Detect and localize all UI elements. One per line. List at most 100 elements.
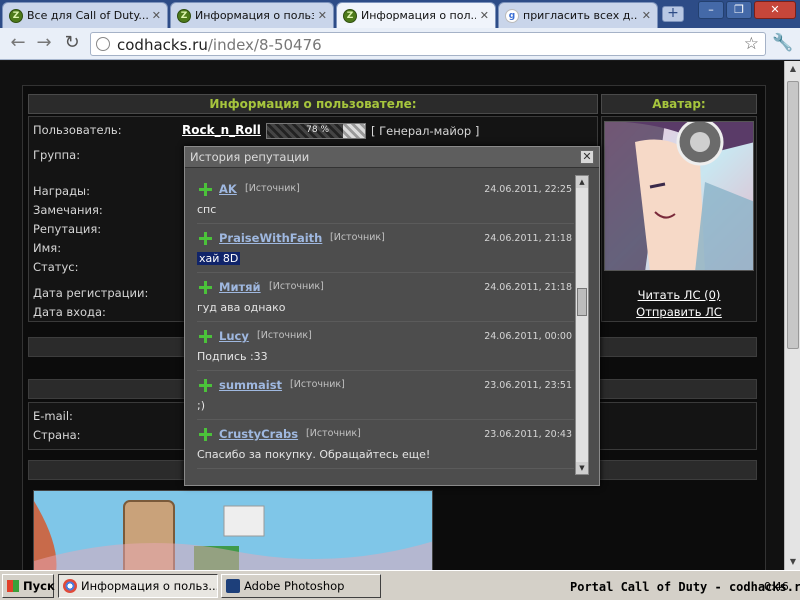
tab-close-icon[interactable]: ✕ [480, 9, 489, 22]
clock: 0:46 [764, 580, 789, 593]
reputation-author-link[interactable]: Митяй [219, 280, 261, 294]
tab-label: Информация о пол... [361, 9, 476, 22]
windows-taskbar: Пуск Информация о польз... Adobe Photosh… [0, 570, 800, 600]
reload-icon[interactable]: ↻ [62, 34, 82, 54]
dialog-title: История репутации [185, 147, 599, 168]
browser-tab-strip: Z Все для Call of Duty... ✕ Z Информация… [0, 0, 800, 28]
start-button[interactable]: Пуск [2, 574, 55, 598]
tab-label: пригласить всех д... [523, 9, 638, 22]
forward-arrow-icon[interactable]: → [34, 34, 54, 54]
reputation-comment: гуд ава однако [197, 301, 286, 314]
chrome-icon [63, 579, 77, 593]
reputation-comment: ;) [197, 399, 205, 412]
page-scrollbar[interactable]: ▲ ▼ [784, 61, 800, 570]
send-pm-link[interactable]: Отправить ЛС [606, 305, 752, 319]
reputation-list: AK [Источник] 24.06.2011, 22:25 спс PraiseWi… [197, 175, 574, 475]
reputation-entry: CrustyCrabs [Источник] 23.06.2011, 20:43 Сп… [197, 420, 574, 469]
url-text: codhacks.ru/index/8-50476 [117, 36, 322, 54]
reputation-source-link[interactable]: [Источник] [290, 379, 345, 390]
signature-banner-image [33, 490, 433, 570]
tab-close-icon[interactable]: ✕ [318, 9, 327, 22]
read-pm-link[interactable]: Читать ЛС (0) [606, 288, 752, 302]
reputation-source-link[interactable]: [Источник] [330, 232, 385, 243]
user-info-header: Информация о пользователе: [28, 94, 598, 114]
username-link[interactable]: Rock_n_Roll [182, 123, 261, 137]
scroll-up-icon[interactable]: ▲ [785, 61, 800, 77]
reputation-comment: Подпись :33 [197, 350, 268, 363]
address-bar[interactable]: codhacks.ru/index/8-50476 ☆ [90, 32, 766, 56]
reputation-author-link[interactable]: AK [219, 182, 237, 196]
label-user: Пользователь: [33, 123, 122, 137]
reputation-percent: 78 % [306, 125, 329, 135]
reputation-source-link[interactable]: [Источник] [269, 281, 324, 292]
reputation-entry: summaist [Источник] 23.06.2011, 23:51;) [197, 371, 574, 420]
taskbar-item-label: Adobe Photoshop [244, 579, 345, 593]
maximize-button[interactable]: ❐ [726, 1, 752, 19]
tab-label: Информация о польз... [195, 9, 314, 22]
window-controls: – ❐ ✕ [698, 1, 796, 19]
reputation-date: 23.06.2011, 20:43 [484, 429, 572, 440]
plus-reputation-icon [199, 281, 212, 294]
scroll-down-icon[interactable]: ▼ [576, 462, 588, 474]
site-favicon-icon: Z [177, 8, 191, 23]
dialog-scrollbar[interactable]: ▲ ▼ [575, 175, 589, 475]
close-window-button[interactable]: ✕ [754, 1, 796, 19]
dialog-scroll-thumb[interactable] [577, 288, 587, 316]
tab-2[interactable]: Z Информация о польз... ✕ [170, 2, 334, 28]
browser-toolbar: ← → ↻ codhacks.ru/index/8-50476 ☆ 🔧 [0, 28, 800, 60]
site-favicon-icon: Z [343, 8, 357, 23]
label-reputation: Репутация: [33, 222, 102, 236]
tab-close-icon[interactable]: ✕ [642, 9, 651, 22]
reputation-comment: спс [197, 203, 217, 216]
label-email: E-mail: [33, 409, 73, 423]
taskbar-item-label: Информация о польз... [81, 579, 218, 593]
scroll-up-icon[interactable]: ▲ [576, 176, 588, 188]
reputation-author-link[interactable]: summaist [219, 378, 282, 392]
photoshop-icon [226, 579, 240, 593]
bookmark-star-icon[interactable]: ☆ [744, 34, 759, 54]
reputation-source-link[interactable]: [Источник] [245, 183, 300, 194]
label-reg-date: Дата регистрации: [33, 286, 149, 300]
reputation-date: 24.06.2011, 21:18 [484, 282, 572, 293]
label-login-date: Дата входа: [33, 305, 106, 319]
dialog-close-button[interactable]: ✕ [580, 150, 594, 164]
system-tray: Portal Call of Duty - codhacks.ru 0:46 [568, 571, 800, 600]
minimize-button[interactable]: – [698, 1, 724, 19]
reputation-entry: AK [Источник] 24.06.2011, 22:25 спс [197, 175, 574, 224]
reputation-author-link[interactable]: Lucy [219, 329, 249, 343]
tab-3-active[interactable]: Z Информация о пол... ✕ [336, 2, 496, 28]
reputation-history-dialog: История репутации ✕ AK [Источник] 24.06.20… [184, 146, 600, 486]
reputation-entry: Митяй [Источник] 24.06.2011, 21:18 гуд ава … [197, 273, 574, 322]
avatar-header: Аватар: [601, 94, 757, 114]
label-name: Имя: [33, 241, 62, 255]
reputation-comment: хай 8D [197, 252, 241, 265]
reputation-author-link[interactable]: CrustyCrabs [219, 427, 298, 441]
label-status: Статус: [33, 260, 79, 274]
wrench-menu-icon[interactable]: 🔧 [772, 33, 793, 53]
label-group: Группа: [33, 148, 81, 162]
page-scroll-thumb[interactable] [787, 81, 799, 349]
reputation-date: 24.06.2011, 22:25 [484, 184, 572, 195]
new-tab-button[interactable]: + [662, 6, 684, 22]
avatar [604, 121, 754, 271]
google-favicon-icon: g [505, 8, 519, 23]
reputation-date: 23.06.2011, 23:51 [484, 380, 572, 391]
label-country: Страна: [33, 428, 81, 442]
plus-reputation-icon [199, 379, 212, 392]
taskbar-item-photoshop[interactable]: Adobe Photoshop [221, 574, 381, 598]
reputation-source-link[interactable]: [Источник] [257, 330, 312, 341]
scroll-down-icon[interactable]: ▼ [785, 554, 800, 570]
reputation-source-link[interactable]: [Источник] [306, 428, 361, 439]
reputation-author-link[interactable]: PraiseWithFaith [219, 231, 322, 245]
reputation-progress-bar: 78 % [266, 123, 366, 139]
reputation-entry: Lucy [Источник] 24.06.2011, 00:00 Подпись :… [197, 322, 574, 371]
tab-4[interactable]: g пригласить всех д... ✕ [498, 2, 658, 28]
tab-label: Все для Call of Duty... [27, 9, 148, 22]
tab-1[interactable]: Z Все для Call of Duty... ✕ [2, 2, 168, 28]
plus-reputation-icon [199, 183, 212, 196]
back-arrow-icon[interactable]: ← [8, 34, 28, 54]
page-icon [96, 37, 110, 51]
taskbar-item-browser[interactable]: Информация о польз... [58, 574, 218, 598]
rank-label: [ Генерал-майор ] [371, 124, 480, 138]
tab-close-icon[interactable]: ✕ [152, 9, 161, 22]
